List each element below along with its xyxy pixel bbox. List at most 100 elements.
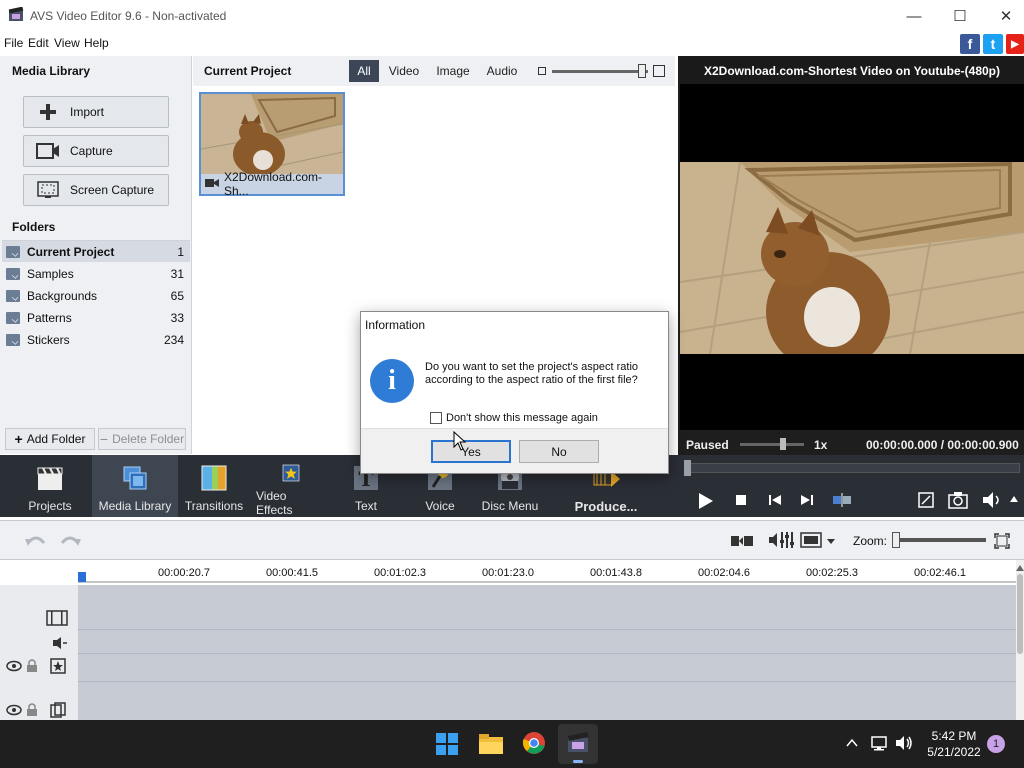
taskbar-date[interactable]: 5/21/2022 — [922, 745, 986, 759]
dont-show-again-label[interactable]: Don't show this message again — [446, 412, 598, 424]
zoom-slider[interactable] — [892, 538, 986, 542]
thumb-size-large-icon[interactable] — [653, 65, 665, 77]
windows-start-icon[interactable] — [435, 732, 459, 756]
folder-count: 65 — [170, 288, 184, 303]
file-explorer-icon[interactable] — [478, 733, 504, 755]
speaker-icon[interactable] — [895, 735, 913, 751]
lock-icon[interactable] — [26, 702, 38, 717]
ruler-label: 00:01:23.0 — [482, 567, 534, 579]
audio-settings-icon[interactable] — [768, 530, 794, 550]
folder-patterns[interactable]: Patterns 33 — [2, 307, 190, 328]
ruler-label: 00:02:25.3 — [806, 567, 858, 579]
filter-image[interactable]: Image — [430, 60, 476, 82]
menu-edit[interactable]: Edit — [28, 36, 49, 50]
toolbar-transitions[interactable]: Transitions — [184, 455, 244, 517]
next-frame-icon[interactable] — [800, 494, 814, 506]
seek-handle[interactable] — [684, 460, 691, 476]
capture-button[interactable]: Capture — [23, 135, 169, 167]
zoom-label: Zoom: — [853, 534, 888, 548]
toolbar-media-library[interactable]: Media Library — [92, 455, 178, 517]
filter-video[interactable]: Video — [384, 60, 424, 82]
folder-count: 31 — [170, 266, 184, 281]
no-button[interactable]: No — [519, 440, 599, 463]
folder-samples[interactable]: Samples 31 — [2, 263, 190, 284]
folder-name: Patterns — [27, 310, 72, 325]
redo-icon[interactable] — [58, 531, 82, 551]
split-icon[interactable] — [832, 493, 854, 507]
lock-icon[interactable] — [26, 658, 38, 673]
filter-all[interactable]: All — [349, 60, 379, 82]
ruler-label: 00:01:02.3 — [374, 567, 426, 579]
add-folder-button[interactable]: + Add Folder — [5, 428, 95, 450]
folder-icon — [6, 311, 20, 324]
timeline-ruler[interactable]: 00:00:20.7 00:00:41.5 00:01:02.3 00:01:2… — [0, 560, 1016, 585]
eye-icon[interactable] — [6, 660, 22, 672]
volume-icon[interactable] — [982, 491, 1002, 509]
delete-folder-button[interactable]: − Delete Folder — [98, 428, 186, 450]
transitions-icon — [201, 465, 227, 491]
folder-icon — [6, 289, 20, 302]
avs-video-editor-taskbar-icon[interactable] — [566, 732, 590, 754]
folder-count: 234 — [163, 332, 184, 347]
toolbar-projects[interactable]: Projects — [22, 455, 78, 517]
thumb-size-small-icon[interactable] — [538, 67, 546, 75]
speed-value: 1x — [814, 438, 828, 452]
twitter-icon[interactable]: t — [983, 34, 1003, 54]
import-button[interactable]: Import — [23, 96, 169, 128]
network-icon[interactable] — [871, 735, 889, 751]
minus-icon: − — [99, 431, 109, 447]
fullscreen-icon[interactable] — [918, 492, 934, 508]
undo-icon[interactable] — [24, 531, 48, 551]
track-divider — [78, 653, 1016, 654]
menu-help[interactable]: Help — [84, 36, 109, 50]
dialog-footer — [361, 428, 668, 473]
speed-slider-handle[interactable] — [780, 438, 786, 450]
zoom-slider-handle[interactable] — [892, 532, 900, 548]
volume-up-arrow-icon[interactable] — [1009, 495, 1019, 503]
thumb-size-slider[interactable] — [552, 70, 648, 73]
filter-audio[interactable]: Audio — [482, 60, 522, 82]
previous-frame-icon[interactable] — [768, 494, 782, 506]
timeline-tracks[interactable] — [0, 585, 1016, 720]
scroll-thumb[interactable] — [1017, 574, 1023, 654]
stop-icon[interactable] — [735, 494, 747, 506]
chrome-icon[interactable] — [522, 731, 546, 755]
video-track-icon — [46, 610, 68, 626]
toolbar-video-effects[interactable]: Video Effects — [256, 455, 326, 517]
minimize-button[interactable]: — — [891, 0, 937, 32]
eye-icon[interactable] — [6, 704, 22, 716]
folder-backgrounds[interactable]: Backgrounds 65 — [2, 285, 190, 306]
fit-zoom-icon[interactable] — [994, 533, 1010, 549]
folder-current-project[interactable]: Current Project 1 — [2, 241, 190, 262]
media-thumbnail[interactable]: X2Download.com-Sh... — [199, 92, 345, 198]
play-icon[interactable] — [696, 492, 714, 510]
facebook-icon[interactable]: f — [960, 34, 980, 54]
aspect-ratio-dropdown-icon[interactable] — [800, 532, 838, 550]
dialog-title: Information — [365, 318, 426, 332]
tray-overflow-chevron-icon[interactable] — [846, 738, 858, 748]
close-button[interactable]: ✕ — [983, 0, 1024, 32]
preview-letterbox-bottom — [680, 354, 1024, 430]
folder-stickers[interactable]: Stickers 234 — [2, 329, 190, 350]
timeline-vertical-scrollbar[interactable] — [1016, 560, 1024, 720]
folder-count: 1 — [177, 244, 184, 259]
speed-slider[interactable] — [740, 443, 804, 446]
yes-button[interactable]: Yes — [431, 440, 511, 463]
split-clip-icon[interactable] — [730, 532, 754, 550]
taskbar-time[interactable]: 5:42 PM — [924, 729, 984, 743]
seek-bar[interactable] — [684, 463, 1020, 473]
thumb-size-slider-handle[interactable] — [638, 64, 646, 78]
playhead-marker[interactable] — [78, 572, 86, 582]
maximize-button[interactable]: ☐ — [937, 0, 983, 32]
notification-badge[interactable]: 1 — [987, 735, 1005, 753]
dont-show-again-checkbox[interactable] — [430, 412, 442, 424]
screen-capture-button[interactable]: Screen Capture — [23, 174, 169, 206]
screen-capture-icon — [36, 180, 60, 200]
menu-file[interactable]: File — [4, 36, 23, 50]
menu-view[interactable]: View — [54, 36, 80, 50]
scroll-up-arrow-icon[interactable] — [1016, 564, 1024, 572]
snapshot-icon[interactable] — [948, 491, 968, 509]
youtube-icon[interactable]: ▶ — [1006, 34, 1024, 54]
add-folder-label: Add Folder — [26, 432, 86, 446]
audio-mute-icon[interactable] — [52, 636, 68, 650]
